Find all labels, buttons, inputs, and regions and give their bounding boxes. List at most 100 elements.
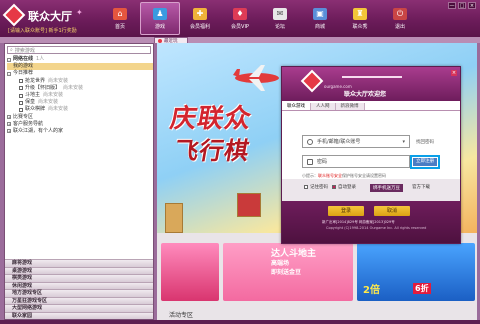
promo-card[interactable] <box>161 243 219 301</box>
category-item[interactable]: 麻将游戏 <box>5 259 153 267</box>
nav-show[interactable]: ♜ 联众秀 <box>340 2 380 35</box>
tree-item-match[interactable]: + 比赛专区 <box>7 114 153 121</box>
nav-shop[interactable]: ▣ 商城 <box>300 2 340 35</box>
nav-forum[interactable]: ✉ 论坛 <box>260 2 300 35</box>
minimize-button[interactable]: — <box>448 2 456 9</box>
main-nav: ⌂ 首页 ♟ 游戏 ✚ 会员福利 ♦ 会员VIP ✉ 论坛 ▣ 商城 ♜ 联众秀 ⏻ 退出 <box>100 2 420 35</box>
exit-icon: ⏻ <box>393 7 407 20</box>
account-input[interactable]: 手机/邮箱/联众账号 ▾ <box>302 135 410 148</box>
search-icon: ⌕ <box>10 47 13 53</box>
airplane-icon <box>233 65 279 91</box>
nav-exit[interactable]: ⏻ 退出 <box>380 2 420 35</box>
nav-home[interactable]: ⌂ 首页 <box>100 2 140 35</box>
dice-decoration <box>237 193 261 217</box>
shop-icon: ▣ <box>313 7 327 20</box>
game-icon <box>19 93 23 98</box>
category-item[interactable]: 棋类游戏 <box>5 274 153 282</box>
login-button[interactable]: 登录 <box>328 206 364 216</box>
nav-vip[interactable]: ♦ 会员VIP <box>220 2 260 35</box>
expand-icon[interactable]: + <box>7 129 11 134</box>
tree-leaf[interactable]: 联众棋牌 尚未安装 <box>7 106 153 113</box>
card-badge: 2倍 <box>363 285 380 296</box>
nav-game[interactable]: ♟ 游戏 <box>140 2 180 35</box>
maximize-button[interactable]: □ <box>458 2 466 9</box>
home-icon: ⌂ <box>113 7 127 20</box>
category-item[interactable]: 万星狂游戏专区 <box>5 296 153 304</box>
vip-icon: ♦ <box>233 7 247 20</box>
game-icon <box>19 79 23 84</box>
promo-card[interactable]: 2倍 6折 <box>357 243 475 301</box>
logo-mark-icon <box>2 3 26 27</box>
dialog-header: × ourgame.com 联众大厅欢迎您 <box>282 67 460 101</box>
game-icon <box>19 107 23 112</box>
app-logo: 联众大厅 ✦ <box>2 3 86 29</box>
game-icon <box>19 100 23 105</box>
remember-password-checkbox[interactable]: 记住密码 <box>304 184 328 190</box>
card-tags: 高端场 即刻送金豆 <box>271 260 302 276</box>
tree-item-service[interactable]: + 客户服务导航 <box>7 121 153 128</box>
bind-phone-button[interactable]: 绑手机送万豆 <box>370 184 403 192</box>
expand-icon[interactable]: + <box>7 115 11 120</box>
star-icon: ✦ <box>76 8 83 17</box>
game-icon <box>19 86 23 91</box>
card-title: 达人斗地主 <box>271 249 317 259</box>
expand-icon[interactable]: + <box>7 122 11 127</box>
collapse-icon[interactable]: - <box>7 71 11 76</box>
cancel-button[interactable]: 取消 <box>374 206 410 216</box>
copyright-text: Copyright (C)1998-2014 Ourgame Inc. All … <box>326 226 427 230</box>
login-tabs: 联众游戏 人人网 新浪微博 <box>282 103 460 111</box>
activity-section-label: 活动专区 <box>169 312 194 319</box>
category-item[interactable]: 地方游戏专区 <box>5 289 153 297</box>
register-button[interactable]: 立即注册 <box>410 155 440 169</box>
banner-subtitle: 飞行棋 <box>172 136 253 165</box>
tab-ourgame[interactable]: 联众游戏 <box>282 103 311 110</box>
lock-icon <box>307 158 313 165</box>
user-line[interactable]: [请输入联众账号] 新手1行奖励 <box>8 27 77 34</box>
tab-dot-icon <box>158 38 162 43</box>
license-text: 新广出审[2014]829号 网游备案[2013]029号 <box>322 220 395 224</box>
category-item[interactable]: 联众家园 <box>5 311 153 319</box>
forum-icon: ✉ <box>273 7 287 20</box>
card-badge: 6折 <box>413 283 431 294</box>
chevron-down-icon[interactable]: ▾ <box>402 139 405 145</box>
tree-item-today[interactable]: - 今日推荐 <box>7 70 153 77</box>
login-options: 记住密码 自动登录 绑手机送万豆 官方下载 <box>282 179 460 201</box>
login-dialog: × ourgame.com 联众大厅欢迎您 联众游戏 人人网 新浪微博 手机/邮… <box>281 66 461 244</box>
nav-gift[interactable]: ✚ 会员福利 <box>180 2 220 35</box>
dialog-footer: 登录 取消 新广出审[2014]829号 网游备案[2013]029号 Copy… <box>282 201 460 243</box>
auto-login-checkbox[interactable]: 自动登录 <box>332 184 356 190</box>
tree-leaf[interactable]: 抢龙世界 尚未安装 <box>7 78 153 85</box>
official-download-link[interactable]: 官方下载 <box>412 184 430 190</box>
close-icon[interactable]: × <box>451 70 457 76</box>
tree-leaf[interactable]: 升级【怀旧版】 尚未安装 <box>7 85 153 92</box>
user-icon <box>307 138 313 145</box>
tree-item-jianghu[interactable]: + 联众江湖，有个人的家 <box>7 128 153 135</box>
search-input[interactable]: ⌕ 搜索游戏 <box>7 46 151 54</box>
app-title: 联众大厅 <box>28 10 72 23</box>
category-list: 麻将游戏 桌游游戏 棋类游戏 休闲游戏 地方游戏专区 万星狂游戏专区 大型网络游… <box>5 259 153 319</box>
dialog-welcome: 联众大厅欢迎您 <box>344 91 387 98</box>
promo-card[interactable]: 达人斗地主 高端场 即刻送金豆 <box>223 243 353 301</box>
top-bar: 联众大厅 ✦ [请输入联众账号] 新手1行奖励 ⌂ 首页 ♟ 游戏 ✚ 会员福利 ♦ 会… <box>0 0 480 37</box>
window-controls: — □ × <box>448 2 476 9</box>
expand-icon[interactable]: - <box>7 57 11 62</box>
show-icon: ♜ <box>353 7 367 20</box>
category-item[interactable]: 休闲游戏 <box>5 281 153 289</box>
tab-renren[interactable]: 人人网 <box>311 103 336 110</box>
banner-title: 庆联众 <box>167 104 255 134</box>
game-tree: - 网络在线 1人 我的游戏 - 今日推荐 抢龙世界 尚未安装 升级【怀旧版】 尚未安装 … <box>7 56 153 135</box>
promo-cards: 达人斗地主 高端场 即刻送金豆 2倍 6折 <box>157 243 477 301</box>
find-password-link[interactable]: 找回密码 <box>416 139 434 145</box>
game-icon: ♟ <box>153 7 167 20</box>
sidebar: ⌕ 搜索游戏 - 网络在线 1人 我的游戏 - 今日推荐 抢龙世界 尚未安装 升级【怀旧版… <box>4 43 154 320</box>
category-item[interactable]: 大型网络游戏 <box>5 304 153 312</box>
logo-mark-icon <box>300 69 324 93</box>
gift-icon: ✚ <box>193 7 207 20</box>
status-bar <box>0 320 480 324</box>
password-input[interactable]: 密码 <box>302 155 410 168</box>
tab-weibo[interactable]: 新浪微博 <box>335 103 365 110</box>
close-button[interactable]: × <box>468 2 476 9</box>
category-item[interactable]: 桌游游戏 <box>5 266 153 274</box>
banner-decoration <box>165 203 183 233</box>
header-divider <box>342 76 402 78</box>
